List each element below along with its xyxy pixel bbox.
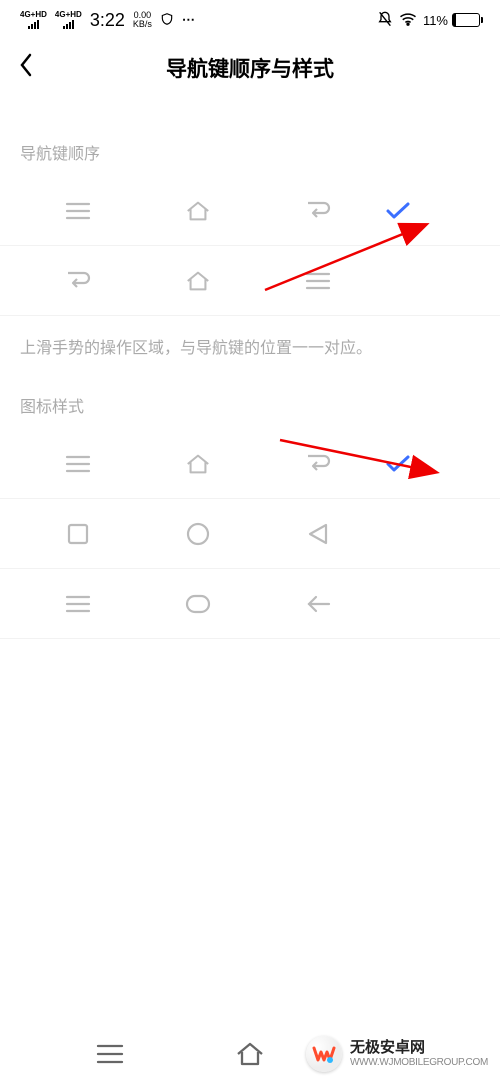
hamburger-icon [65, 198, 91, 224]
icon-group [18, 451, 378, 477]
home-icon [185, 198, 211, 224]
more-dots-icon: ⋯ [182, 12, 197, 28]
style-options-list [0, 429, 500, 639]
style-option-2[interactable] [0, 569, 500, 639]
circle-icon [185, 521, 211, 547]
battery: 11% [423, 13, 480, 28]
hamburger-icon [305, 268, 331, 294]
triangle-icon [305, 521, 331, 547]
icon-group [18, 591, 378, 617]
home-icon [185, 268, 211, 294]
battery-percent: 11% [423, 13, 448, 28]
home-icon [185, 451, 211, 477]
status-bar: 4G+HD 4G+HD 3:22 0.00 KB/s ⋯ 11% [0, 0, 500, 40]
status-right: 11% [377, 11, 480, 30]
order-option-0[interactable] [0, 176, 500, 246]
square-icon [65, 521, 91, 547]
checkmark-icon [378, 201, 418, 221]
wifi-icon [399, 12, 417, 29]
hamburger-icon [65, 591, 91, 617]
signal-2: 4G+HD [55, 11, 82, 29]
network-label-2: 4G+HD [55, 11, 82, 19]
signal-1: 4G+HD [20, 11, 47, 29]
swipe-hint: 上滑手势的操作区域，与导航键的位置一一对应。 [0, 316, 500, 368]
nav-recent-button[interactable] [90, 1041, 130, 1067]
arrow-left-icon [305, 591, 331, 617]
watermark-title: 无极安卓网 [350, 1040, 488, 1057]
battery-icon [452, 13, 480, 27]
mute-icon [377, 11, 393, 30]
style-option-1[interactable] [0, 499, 500, 569]
status-time: 3:22 [90, 10, 125, 31]
checkmark-icon [378, 454, 418, 474]
back-icon [305, 451, 331, 477]
header: 导航键顺序与样式 [0, 40, 500, 95]
icon-group [18, 521, 378, 547]
order-option-1[interactable] [0, 246, 500, 316]
icon-group [18, 268, 378, 294]
network-label-1: 4G+HD [20, 11, 47, 19]
icon-group [18, 198, 378, 224]
status-speed: 0.00 KB/s [133, 11, 152, 29]
style-option-0[interactable] [0, 429, 500, 499]
order-options-list [0, 176, 500, 316]
back-button[interactable] [18, 51, 48, 84]
page-title: 导航键顺序与样式 [0, 53, 500, 83]
nav-home-button[interactable] [230, 1041, 270, 1067]
watermark-logo [306, 1036, 342, 1072]
hamburger-icon [65, 451, 91, 477]
back-icon [65, 268, 91, 294]
section-label-style: 图标样式 [0, 368, 500, 429]
alarm-icon [160, 12, 174, 29]
watermark: 无极安卓网 WWW.WJMOBILEGROUP.COM [306, 1036, 488, 1072]
watermark-url: WWW.WJMOBILEGROUP.COM [350, 1057, 488, 1068]
status-left: 4G+HD 4G+HD 3:22 0.00 KB/s ⋯ [20, 10, 197, 31]
back-icon [305, 198, 331, 224]
rounded-square-icon [185, 591, 211, 617]
section-label-order: 导航键顺序 [0, 95, 500, 176]
